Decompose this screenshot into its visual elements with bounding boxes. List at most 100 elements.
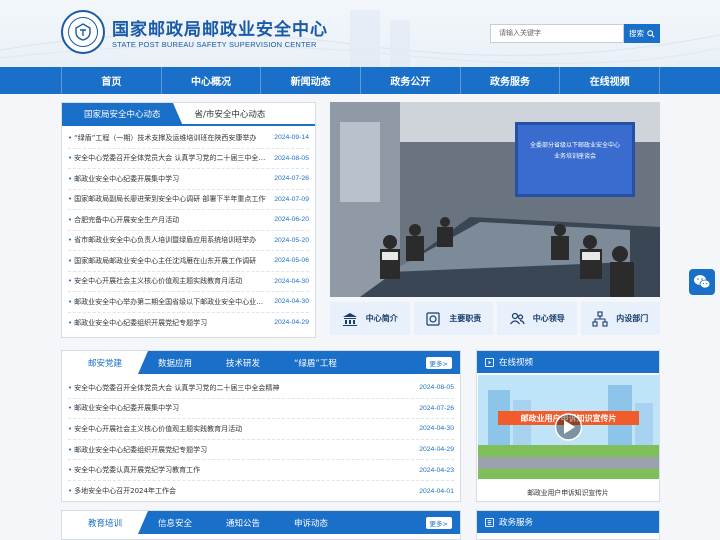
video-thumbnail[interactable]: 邮政业用户申诉知识宣传片 [478,375,659,479]
tab-complaint-news[interactable]: 申诉动态 [274,511,342,534]
quick-link-center-leaders[interactable]: 中心领导 [497,302,577,335]
news-item-date: 2024-06-20 [274,216,309,224]
quick-link-main-duties[interactable]: 主要职责 [413,302,493,335]
news-item-date: 2024-09-14 [274,134,309,142]
party-item-date: 2024-04-29 [419,446,454,454]
party-item-title: 邮政业安全中心纪委组织开展党纪专题学习 [74,445,208,454]
search-input[interactable] [490,24,624,43]
quick-link-label: 中心简介 [365,314,398,323]
emblem-icon [68,17,98,47]
list-item[interactable]: • 国家邮政局邮政业安全中心主任沈鸿雁在山东开展工作调研 2024-05-06 [68,251,309,272]
nav-item-home[interactable]: 首页 [61,67,162,94]
list-item[interactable]: • 省市邮政业安全中心负责人培训暨绿盾应用系统培训班举办 2024-05-20 [68,231,309,251]
news-item-title: 安全中心党委召开全体党员大会 认真学习党的二十届三中全会精神 [74,154,268,163]
list-item[interactable]: • 邮政业安全中心举办第二期全国省级以下邮政业安全中心业务培训 2024-04-30 [68,292,309,313]
list-item[interactable]: • 安全中心党委认真开展党纪学习教育工作 2024-04-23 [68,460,454,481]
site-subtitle: STATE POST BUREAU SAFETY SUPERVISION CEN… [112,40,317,49]
quick-link-departments[interactable]: 内设部门 [580,302,660,335]
news-item-title: 邮政业安全中心举办第二期全国省级以下邮政业安全中心业务培训 [74,297,268,306]
tab-info-security[interactable]: 信息安全 [138,511,206,534]
list-item[interactable]: • 国家邮政局副局长廖进荣到安全中心调研 部署下半年重点工作 2024-07-09 [68,190,309,210]
news-item-date: 2024-04-30 [274,298,309,306]
news-item-title: 国家邮政局邮政业安全中心主任沈鸿雁在山东开展工作调研 [74,256,257,265]
news-item-date: 2024-04-29 [274,319,309,327]
list-item[interactable]: • 合肥完备中心开展安全生产月活动 2024-06-20 [68,210,309,231]
list-item[interactable]: • 安全中心开展社会主义核心价值观主题实践教育月活动 2024-04-30 [68,272,309,292]
nav-item-video[interactable]: 在线视频 [560,67,661,94]
party-item-date: 2024-08-05 [419,384,454,392]
more-button[interactable]: 更多> [425,357,452,369]
video-thumbnail-image: 邮政业用户申诉知识宣传片 [478,375,659,479]
video-panel-title: 在线视频 [499,358,534,368]
list-item[interactable]: • “绿盾”工程（一期）技术支撑及运维培训班在陕西安康举办 2024-09-14 [68,128,309,149]
tab-tech-rd[interactable]: 技术研发 [206,351,274,374]
list-item[interactable]: • 邮政业安全中心纪委组织开展党纪专题学习 2024-04-29 [68,313,309,334]
gov-service-title: 政务服务 [499,518,534,528]
party-item-date: 2024-04-01 [419,487,454,495]
site-title: 国家邮政局邮政业安全中心 [112,20,328,40]
users-icon [509,312,525,324]
meeting-photo-image: 全委部分省级以下邮政业安全中心 业务培训座谈会 [330,102,660,297]
video-panel-header: 在线视频 [477,351,659,373]
org-chart-icon [592,310,608,327]
party-item-date: 2024-07-26 [419,404,454,412]
party-item-date: 2024-04-23 [419,466,454,474]
list-item[interactable]: • 邮政业安全中心纪委组织开展党纪专题学习 2024-04-29 [68,440,454,461]
news-item-title: 邮政业安全中心纪委组织开展党纪专题学习 [74,318,208,327]
news-item-title: 省市邮政业安全中心负责人培训暨绿盾应用系统培训班举办 [74,236,257,245]
news-item-date: 2024-04-30 [274,277,309,285]
video-caption[interactable]: 邮政业用户申诉知识宣传片 [477,487,659,497]
tab-national-center-news[interactable]: 国家局安全中心动态 [62,103,182,126]
online-video-panel: 在线视频 邮政业用户申诉知识宣传片 邮政业用户申诉知识宣传片 [476,350,660,502]
nav-item-overview[interactable]: 中心概况 [162,67,262,94]
quick-link-label: 内设部门 [616,314,649,323]
grid-icon [485,517,494,527]
party-item-date: 2024-04-30 [419,425,454,433]
quick-link-center-intro[interactable]: 中心简介 [330,302,410,335]
search-button-label: 搜索 [629,29,644,38]
list-item[interactable]: • 邮政业安全中心纪委开展集中学习 2024-07-26 [68,399,454,420]
party-tabs: 邮安党建 数据应用 技术研发 “绿盾”工程 更多> [62,351,460,374]
list-item[interactable]: • 安全中心开展社会主义核心价值观主题实践教育月活动 2024-04-30 [68,419,454,440]
more-button[interactable]: 更多> [425,517,452,529]
news-item-title: 邮政业安全中心纪委开展集中学习 [74,174,180,183]
quick-links: 中心简介 主要职责 中心领导 内设部门 [330,302,660,335]
news-item-title: “绿盾”工程（一期）技术支撑及运维培训班在陕西安康举办 [74,133,257,142]
quick-link-label: 主要职责 [449,314,482,323]
building-icon [342,312,357,326]
party-news-list: • 安全中心党委召开全体党员大会 认真学习党的二十届三中全会精神 2024-08-0… [62,374,460,502]
news-item-date: 2024-05-20 [274,236,309,244]
news-panel: 国家局安全中心动态 省/市安全中心动态 • “绿盾”工程（一期）技术支撑及运维培训… [61,102,316,338]
nav-item-news[interactable]: 新闻动态 [261,67,362,94]
list-item[interactable]: • 安全中心党委召开全体党员大会 认真学习党的二十届三中全会精神 2024-08-0… [68,378,454,399]
news-item-title: 国家邮政局副局长廖进荣到安全中心调研 部署下半年重点工作 [74,195,266,204]
tab-provincial-center-news[interactable]: 省/市安全中心动态 [173,103,266,124]
tab-green-shield[interactable]: “绿盾”工程 [274,351,342,374]
wechat-icon [694,275,711,289]
wechat-float-button[interactable] [689,269,715,295]
news-item-title: 合肥完备中心开展安全生产月活动 [74,215,180,224]
list-item[interactable]: • 邮政业安全中心纪委开展集中学习 2024-07-26 [68,169,309,190]
search-icon [647,29,655,38]
search-button[interactable]: 搜索 [624,24,660,43]
education-panel: 教育培训 信息安全 通知公告 申诉动态 更多> [61,510,461,540]
news-item-date: 2024-07-26 [274,175,309,183]
news-tabs: 国家局安全中心动态 省/市安全中心动态 [62,103,315,126]
featured-photo[interactable]: 全委部分省级以下邮政业安全中心 业务培训座谈会 [330,102,660,297]
news-item-title: 安全中心开展社会主义核心价值观主题实践教育月活动 [74,277,243,286]
site-logo[interactable] [61,10,105,54]
list-item[interactable]: • 多地安全中心召开2024年工作会 2024-04-01 [68,481,454,502]
news-item-date: 2024-08-05 [274,154,309,162]
news-list: • “绿盾”工程（一期）技术支撑及运维培训班在陕西安康举办 2024-09-14 •… [62,126,315,333]
nav-item-gov-service[interactable]: 政务服务 [461,67,561,94]
list-item[interactable]: • 安全中心党委召开全体党员大会 认真学习党的二十届三中全会精神 2024-08-0… [68,149,309,169]
site-header: 国家邮政局邮政业安全中心 STATE POST BUREAU SAFETY SU… [0,0,720,67]
tab-education-training[interactable]: 教育培训 [62,511,149,534]
tab-party-building[interactable]: 邮安党建 [62,351,149,374]
tab-notices[interactable]: 通知公告 [206,511,274,534]
main-nav: 首页 中心概况 新闻动态 政务公开 政务服务 在线视频 [0,67,720,94]
tab-data-application[interactable]: 数据应用 [138,351,206,374]
nav-item-gov-affairs[interactable]: 政务公开 [361,67,461,94]
party-item-title: 邮政业安全中心纪委开展集中学习 [74,404,180,413]
news-item-date: 2024-07-09 [274,195,309,203]
